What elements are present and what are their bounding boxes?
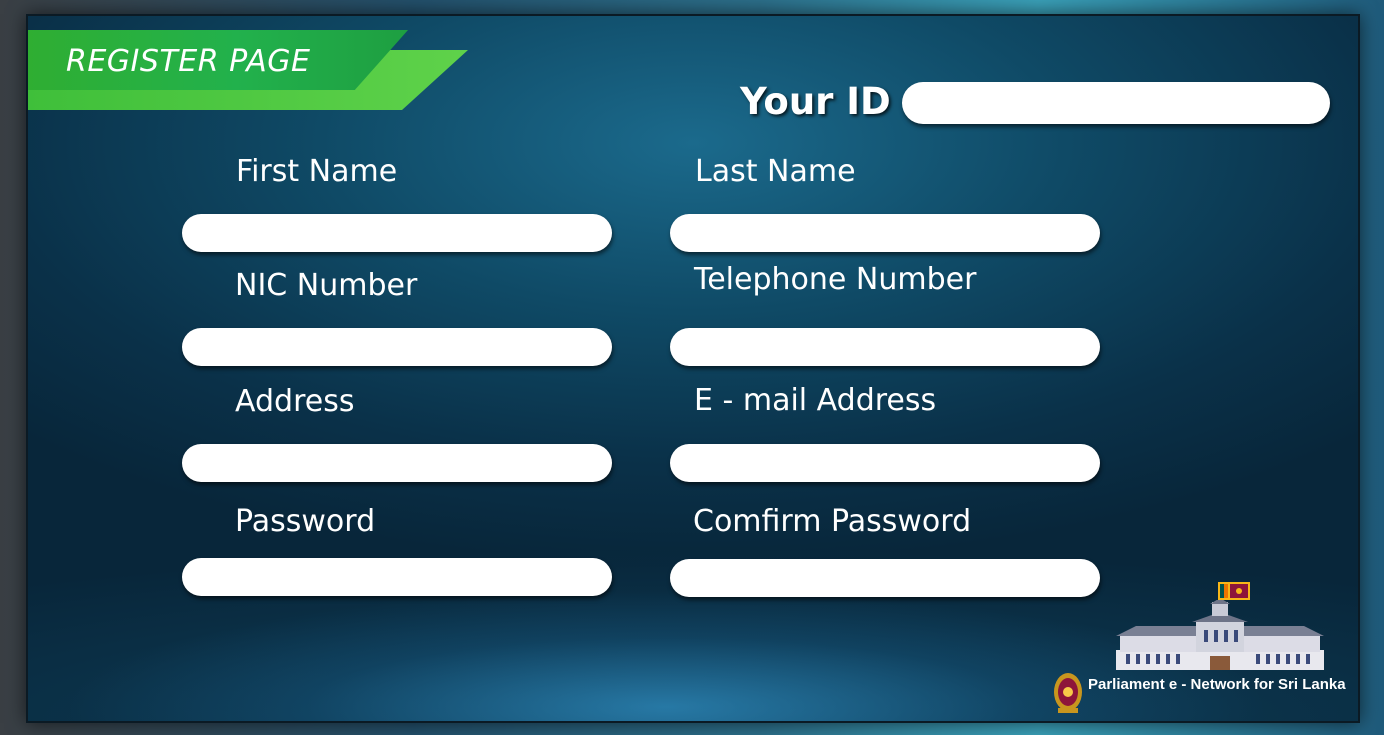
last-name-field[interactable] xyxy=(670,214,1100,252)
address-field[interactable] xyxy=(182,444,612,482)
your-id-field[interactable] xyxy=(902,82,1330,124)
sri-lanka-flag-icon xyxy=(1218,582,1250,600)
first-name-field[interactable] xyxy=(182,214,612,252)
nic-number-field[interactable] xyxy=(182,328,612,366)
parliament-building-icon xyxy=(1116,600,1324,670)
national-emblem-icon xyxy=(1054,673,1082,713)
parliament-logo xyxy=(1048,580,1358,715)
nic-number-label: NIC Number xyxy=(235,268,418,303)
page-title: REGISTER PAGE xyxy=(66,44,311,79)
address-label: Address xyxy=(235,384,355,419)
email-address-label: E - mail Address xyxy=(694,383,937,418)
confirm-password-field[interactable] xyxy=(670,559,1100,597)
first-name-label: First Name xyxy=(236,154,398,189)
password-label: Password xyxy=(235,504,376,539)
register-panel: REGISTER PAGE Your ID First Name Last Na… xyxy=(26,14,1360,723)
confirm-password-label: Comfirm Password xyxy=(693,504,972,539)
your-id-label: Your ID xyxy=(740,80,891,123)
email-address-field[interactable] xyxy=(670,444,1100,482)
telephone-number-field[interactable] xyxy=(670,328,1100,366)
footer-brand-text: Parliament e - Network for Sri Lanka xyxy=(1088,676,1346,693)
password-field[interactable] xyxy=(182,558,612,596)
telephone-number-label: Telephone Number xyxy=(694,262,977,297)
last-name-label: Last Name xyxy=(695,154,856,189)
